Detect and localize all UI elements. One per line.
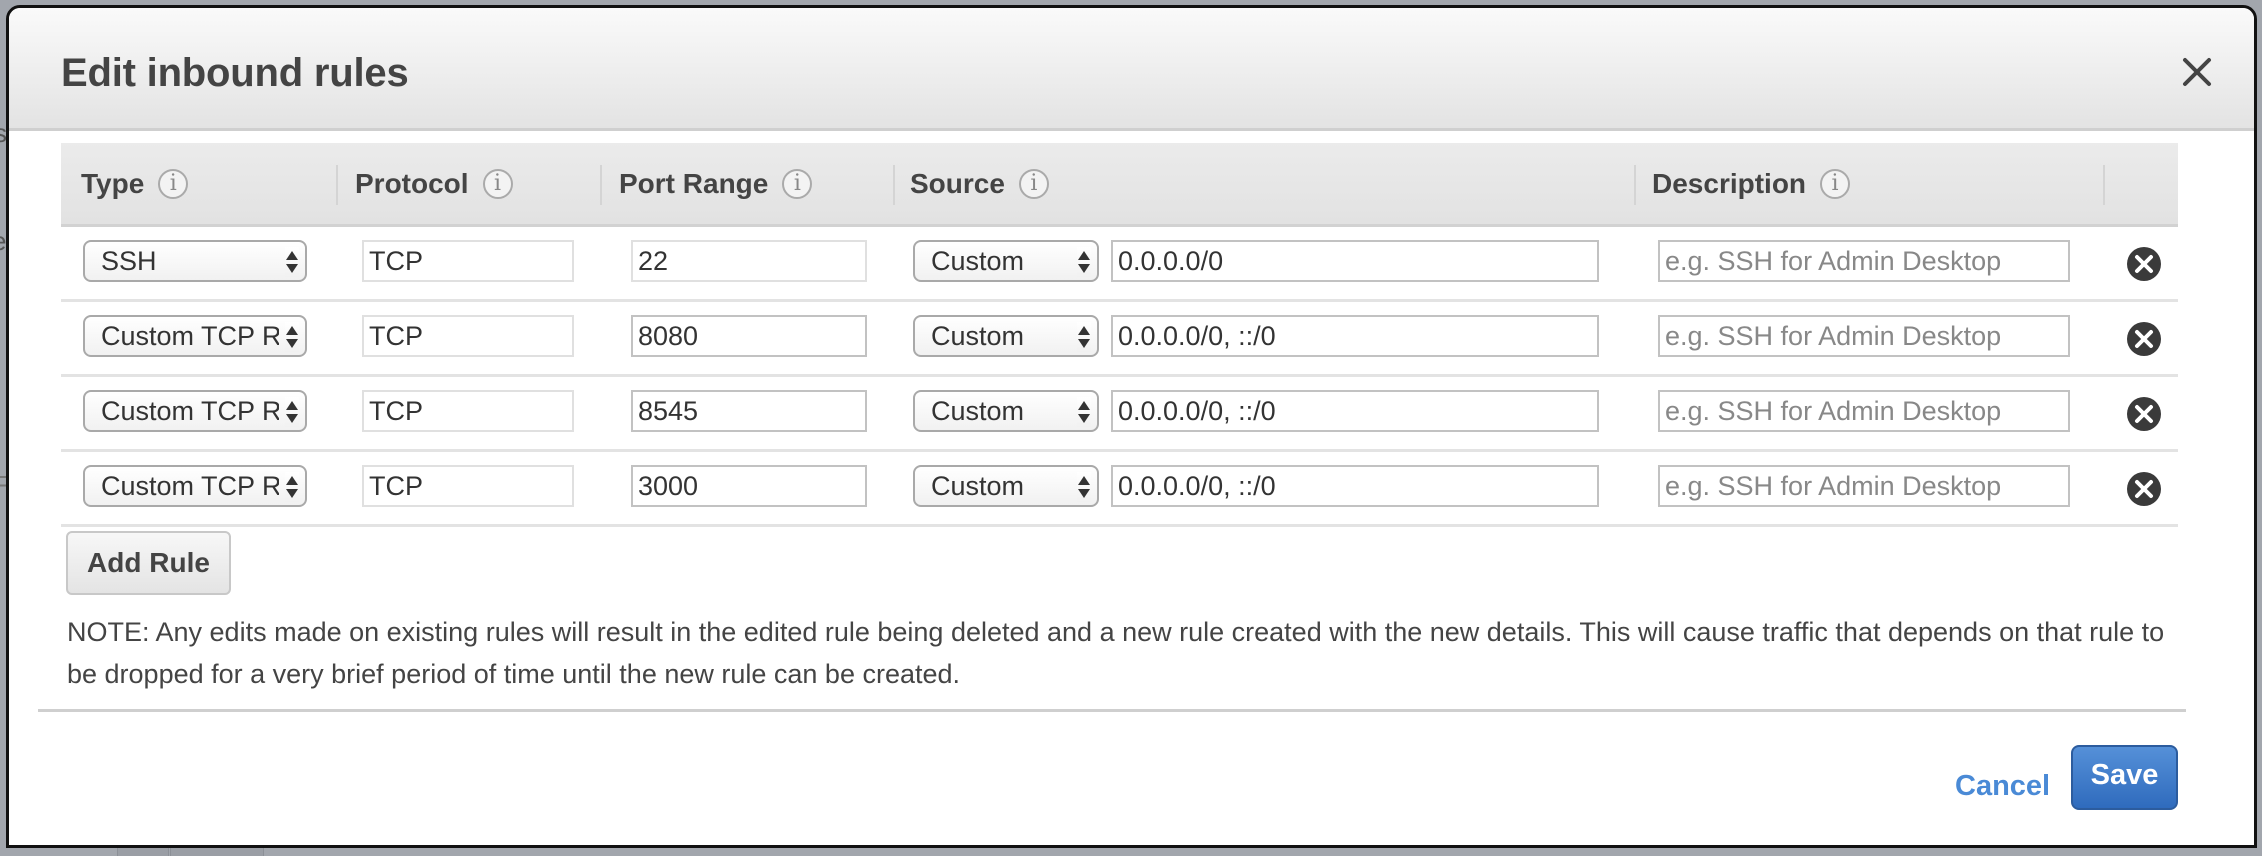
table-body: SSH TCP 22 Custom 0.0.0.0/0 e.g. SSH for… xyxy=(61,227,2178,527)
table-row: SSH TCP 22 Custom 0.0.0.0/0 e.g. SSH for… xyxy=(61,227,2178,302)
info-icon[interactable]: i xyxy=(158,168,189,199)
column-header-type: Type i xyxy=(81,143,189,224)
source-cidr-input[interactable]: 0.0.0.0/0, ::/0 xyxy=(1111,390,1599,432)
info-icon[interactable]: i xyxy=(1018,168,1049,199)
table-row: Custom TCP Rule TCP 3000 Custom 0.0.0.0/… xyxy=(61,452,2178,527)
protocol-field: TCP xyxy=(362,390,574,432)
column-header-port-range: Port Range i xyxy=(619,143,813,224)
add-rule-button[interactable]: Add Rule xyxy=(66,531,231,595)
background-tab xyxy=(117,848,169,856)
remove-rule-button[interactable] xyxy=(2126,471,2162,507)
close-button[interactable] xyxy=(2180,55,2214,89)
source-cidr-input[interactable]: 0.0.0.0/0, ::/0 xyxy=(1111,465,1599,507)
description-input[interactable]: e.g. SSH for Admin Desktop xyxy=(1658,390,2070,432)
column-divider xyxy=(2103,165,2105,205)
port-range-input[interactable]: 3000 xyxy=(631,465,867,507)
select-arrows-icon xyxy=(1077,397,1091,427)
edit-warning-note: NOTE: Any edits made on existing rules w… xyxy=(67,617,2165,689)
info-icon[interactable]: i xyxy=(782,168,813,199)
save-button[interactable]: Save xyxy=(2071,745,2178,810)
cancel-button[interactable]: Cancel xyxy=(1955,770,2050,803)
port-range-field: 22 xyxy=(631,240,867,282)
footer-divider xyxy=(38,709,2186,712)
remove-circle-x-icon xyxy=(2127,247,2161,281)
select-arrows-icon xyxy=(285,322,299,352)
select-arrows-icon xyxy=(285,247,299,277)
source-type-select[interactable]: Custom xyxy=(913,240,1099,282)
remove-rule-button[interactable] xyxy=(2126,396,2162,432)
source-type-select[interactable]: Custom xyxy=(913,390,1099,432)
table-row: Custom TCP Rule TCP 8080 Custom 0.0.0.0/… xyxy=(61,302,2178,377)
column-divider xyxy=(893,165,895,205)
info-icon[interactable]: i xyxy=(1820,168,1851,199)
rules-table: Type i Protocol i Port Range i Source i … xyxy=(61,143,2178,527)
column-header-source: Source i xyxy=(910,143,1049,224)
column-header-protocol: Protocol i xyxy=(355,143,513,224)
info-icon[interactable]: i xyxy=(482,168,513,199)
column-header-description: Description i xyxy=(1652,143,1851,224)
port-range-input[interactable]: 8080 xyxy=(631,315,867,357)
source-cidr-input[interactable]: 0.0.0.0/0, ::/0 xyxy=(1111,315,1599,357)
protocol-field: TCP xyxy=(362,315,574,357)
select-arrows-icon xyxy=(285,397,299,427)
select-arrows-icon xyxy=(1077,322,1091,352)
source-type-select[interactable]: Custom xyxy=(913,315,1099,357)
source-type-select[interactable]: Custom xyxy=(913,465,1099,507)
background-tab xyxy=(170,848,264,856)
column-divider xyxy=(336,165,338,205)
close-icon xyxy=(2183,58,2211,86)
description-input[interactable]: e.g. SSH for Admin Desktop xyxy=(1658,315,2070,357)
select-arrows-icon xyxy=(1077,472,1091,502)
remove-circle-x-icon xyxy=(2127,322,2161,356)
column-divider xyxy=(1634,165,1636,205)
description-input[interactable]: e.g. SSH for Admin Desktop xyxy=(1658,240,2070,282)
dialog-title: Edit inbound rules xyxy=(61,51,409,95)
select-arrows-icon xyxy=(285,472,299,502)
protocol-field: TCP xyxy=(362,465,574,507)
remove-circle-x-icon xyxy=(2127,472,2161,506)
source-cidr-input[interactable]: 0.0.0.0/0 xyxy=(1111,240,1599,282)
edit-inbound-rules-dialog: Edit inbound rules Type i Protocol i Por… xyxy=(6,5,2257,848)
protocol-field: TCP xyxy=(362,240,574,282)
type-select[interactable]: SSH xyxy=(83,240,307,282)
port-range-input[interactable]: 8545 xyxy=(631,390,867,432)
table-row: Custom TCP Rule TCP 8545 Custom 0.0.0.0/… xyxy=(61,377,2178,452)
type-select[interactable]: Custom TCP Rule xyxy=(83,390,307,432)
remove-rule-button[interactable] xyxy=(2126,246,2162,282)
dialog-header: Edit inbound rules xyxy=(9,8,2254,131)
description-input[interactable]: e.g. SSH for Admin Desktop xyxy=(1658,465,2070,507)
select-arrows-icon xyxy=(1077,247,1091,277)
type-select[interactable]: Custom TCP Rule xyxy=(83,315,307,357)
type-select[interactable]: Custom TCP Rule xyxy=(83,465,307,507)
remove-circle-x-icon xyxy=(2127,397,2161,431)
table-header: Type i Protocol i Port Range i Source i … xyxy=(61,143,2178,227)
remove-rule-button[interactable] xyxy=(2126,321,2162,357)
column-divider xyxy=(600,165,602,205)
